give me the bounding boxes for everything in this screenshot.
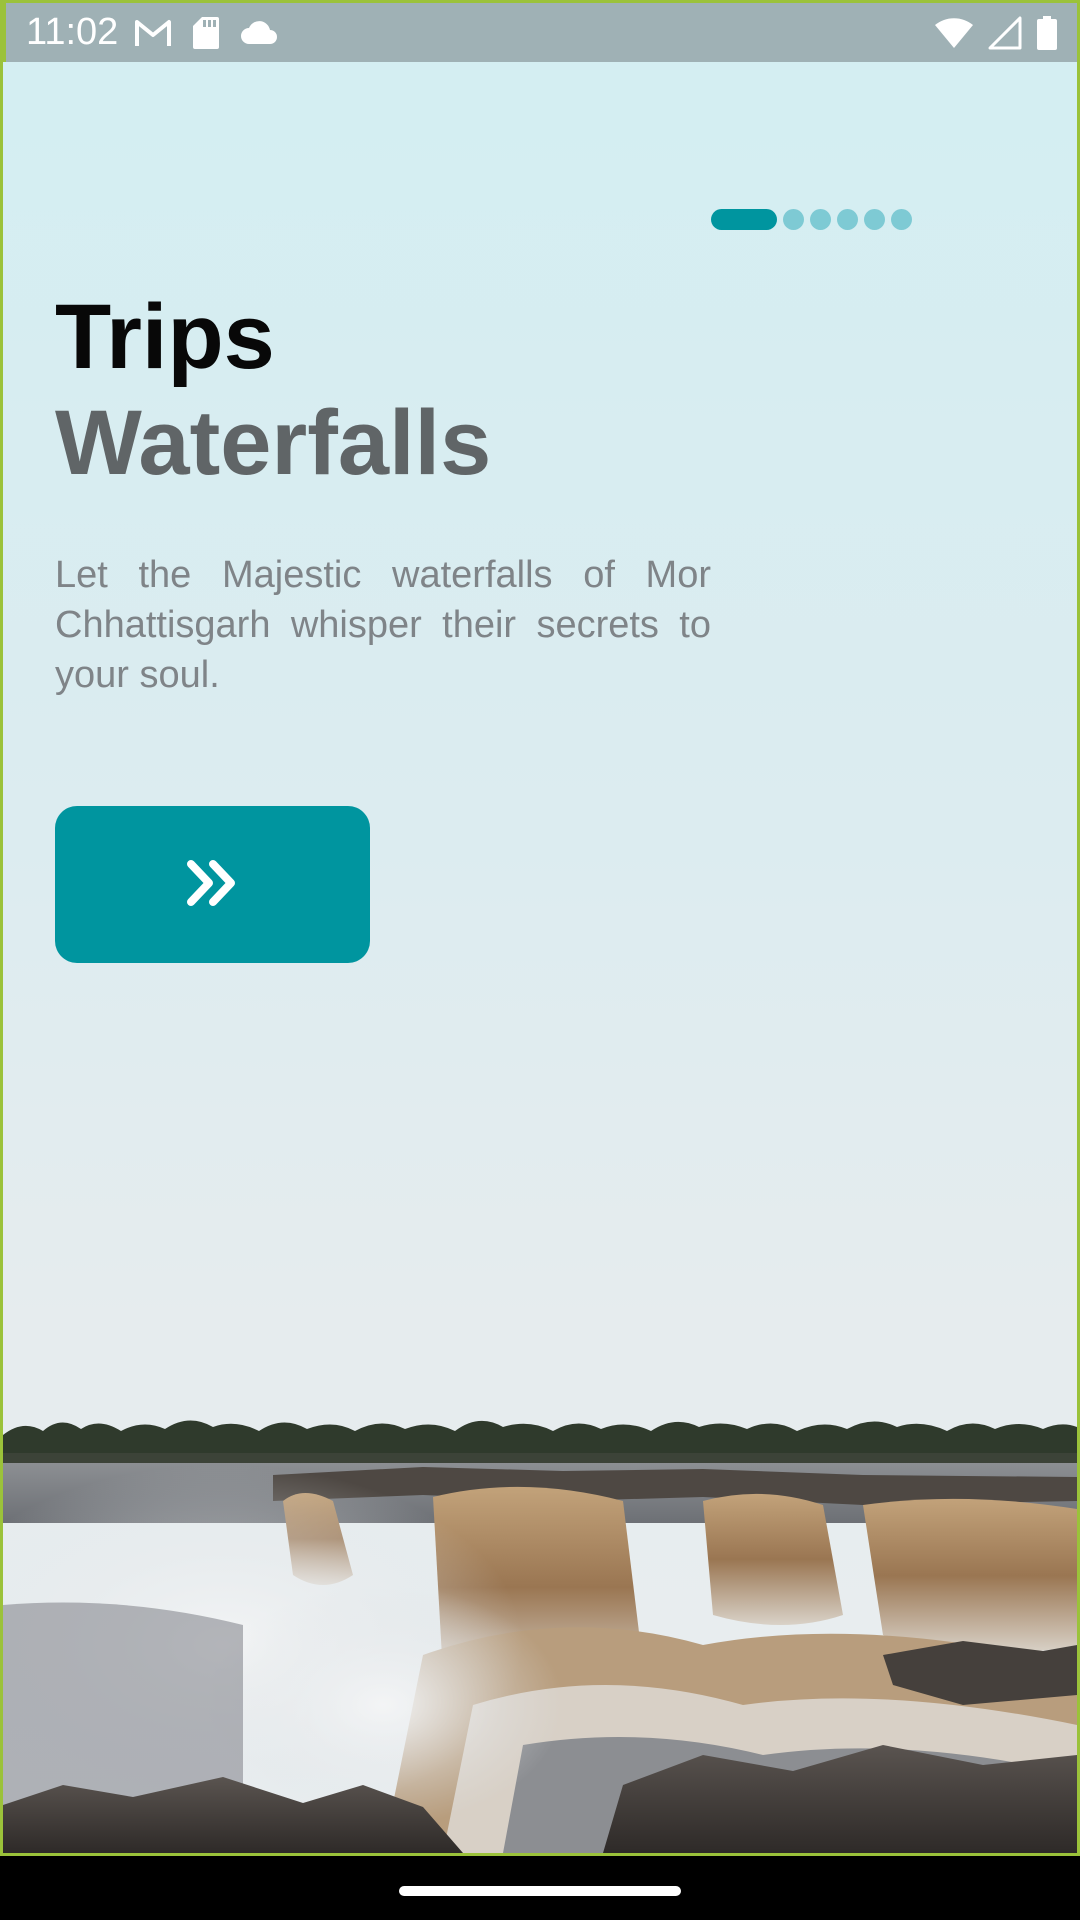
status-notification-icons	[134, 15, 278, 51]
page-subtitle: Waterfalls	[55, 392, 492, 494]
battery-icon	[1036, 16, 1058, 50]
page-title: Trips	[55, 286, 275, 388]
page-description: Let the Majestic waterfalls of Mor Chhat…	[55, 554, 711, 696]
cloud-icon	[240, 20, 278, 46]
status-time: 11:02	[26, 11, 119, 53]
home-gesture-handle[interactable]	[399, 1886, 681, 1896]
page-dot	[864, 209, 885, 230]
sd-card-icon	[192, 16, 220, 50]
page-dot-active	[711, 209, 777, 230]
navigation-bar	[0, 1856, 1080, 1920]
double-chevron-right-icon	[185, 858, 241, 911]
page-dot	[783, 209, 804, 230]
gmail-icon	[134, 18, 172, 48]
page-dot	[810, 209, 831, 230]
status-bar: 11:02	[3, 0, 1077, 62]
cellular-signal-icon	[988, 16, 1022, 50]
wifi-icon	[934, 17, 974, 49]
waterfall-photo	[3, 1405, 1077, 1853]
page-dot	[891, 209, 912, 230]
onboarding-screen: 11:02 Trips Waterfalls Let the Majestic …	[0, 0, 1080, 1856]
status-system-icons	[934, 15, 1058, 51]
page-indicator	[711, 209, 912, 230]
page-dot	[837, 209, 858, 230]
next-button[interactable]	[55, 806, 370, 963]
